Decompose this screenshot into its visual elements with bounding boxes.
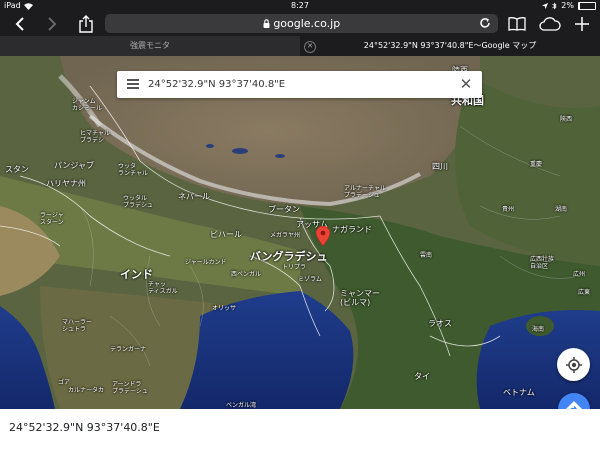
map-label-china-nw: 陝西 (560, 116, 573, 123)
map-label-shisen: 四川 (432, 162, 448, 171)
map-label-goa: ゴア (58, 379, 71, 386)
map-label-telangana: テランガーナ (110, 346, 147, 353)
map-label-westbengal: 西ベンガル (231, 271, 262, 278)
clear-search-button[interactable]: ✕ (459, 75, 473, 93)
my-location-button[interactable] (557, 348, 590, 381)
map-label-koushuu: 広州 (573, 271, 586, 278)
map-label-jammu: ジャンム カシミール (72, 98, 103, 112)
search-input[interactable]: 24°52'32.9"N 93°37'40.8"E (148, 71, 285, 98)
plus-icon (575, 17, 589, 31)
map-label-laos: ラオス (428, 319, 452, 328)
forward-button[interactable] (38, 12, 66, 36)
cloud-icon (539, 17, 561, 31)
new-tab-button[interactable] (568, 12, 596, 36)
tab-google-maps[interactable]: 24°52'32.9"N 93°37'40.8"E～Google マップ (300, 36, 600, 56)
map-label-karnataka: カルナータカ (68, 387, 105, 394)
share-button[interactable] (72, 12, 100, 36)
lock-icon (263, 19, 270, 28)
place-info-bar[interactable]: 24°52'32.9"N 93°37'40.8"E (0, 409, 600, 450)
bluetooth-icon (552, 2, 557, 10)
menu-icon[interactable] (127, 79, 139, 90)
address-bar[interactable]: google.co.jp (105, 14, 498, 33)
map-label-nepal: ネパール (178, 192, 210, 201)
map-label-jharkhand: ジャールカンド (185, 259, 227, 266)
back-button[interactable] (6, 12, 34, 36)
map-label-vietnam: ベトナム (503, 388, 535, 397)
tab-label: 強震モニタ (130, 41, 170, 50)
share-icon (79, 15, 93, 33)
battery-percent: 2% (561, 1, 574, 10)
battery-icon (578, 2, 596, 10)
map-label-bihar: ビハール (210, 230, 242, 239)
map-label-hainan: 海南 (532, 326, 545, 333)
browser-toolbar: google.co.jp (0, 12, 600, 36)
map-label-himachal: ヒマチャル プラデシ (80, 130, 110, 144)
map-label-panjab: パンジャブ (54, 161, 94, 170)
url-label: google.co.jp (273, 17, 341, 30)
map-label-meghalaya: メガラヤ州 (270, 232, 301, 239)
bookmarks-button[interactable] (503, 12, 531, 36)
tab-kyoshin-monitor[interactable]: 強震モニタ (0, 36, 300, 56)
reload-icon[interactable] (478, 16, 492, 30)
location-arrow-icon (542, 3, 549, 9)
map-label-uttar: ウッタル プラデシュ (123, 195, 154, 209)
map-label-kanton: 広東 (578, 289, 591, 296)
map-label-odisha: オリッサ (212, 305, 237, 312)
map-label-haryana: ハリヤナ州 (46, 179, 86, 188)
coordinates-text: 24°52'32.9"N 93°37'40.8"E (9, 421, 160, 434)
map-label-guizhou: 貴州 (502, 206, 515, 213)
close-icon: ✕ (459, 75, 473, 93)
satellite-map[interactable]: 陸西 共和国 ジャンム カシミール ヒマチャル プラデシ パンジャブ ウッタ ラ… (0, 56, 600, 409)
map-label-chhattisgarh: チャッ ティスガル (148, 281, 178, 295)
search-box[interactable]: 24°52'32.9"N 93°37'40.8"E ✕ (117, 71, 482, 98)
map-label-myanmar: ミャンマー (ビルマ) (340, 289, 380, 307)
map-label-maharashtra: マハーラー シュトラ (62, 319, 93, 333)
tab-label: 24°52'32.9"N 93°37'40.8"E～Google マップ (363, 41, 537, 50)
map-label-arunachal: アルナーチャル プラデーシュ (344, 185, 386, 199)
status-bar: iPad 8:27 2% (0, 0, 600, 12)
status-time: 8:27 (291, 1, 309, 10)
close-icon: ✕ (307, 42, 313, 50)
my-location-icon (565, 356, 582, 373)
map-label-stan: スタン (5, 165, 29, 174)
chevron-right-icon (48, 17, 57, 31)
map-label-bangladesh: バングラデシュ (250, 250, 328, 263)
chevron-left-icon (15, 17, 24, 31)
map-label-india: インド (120, 268, 153, 281)
tab-bar: 強震モニタ 24°52'32.9"N 93°37'40.8"E～Google マ… (0, 36, 600, 56)
map-label-tripura: トリプラ (282, 264, 307, 271)
map-label-nagaland: ナガランド (332, 225, 372, 234)
tab-close-button[interactable]: ✕ (304, 41, 316, 53)
map-label-guangxi: 広西壮族 自治区 (530, 256, 555, 270)
location-pin-icon[interactable] (316, 226, 330, 246)
icloud-tabs-button[interactable] (536, 12, 564, 36)
map-label-andhra: アーンドラ プラデーシュ (112, 381, 148, 395)
map-label-rajasthan: ラージャ スターン (40, 212, 64, 226)
map-label-hunan: 湖南 (555, 206, 568, 213)
map-label-bhutan: ブータン (268, 205, 300, 214)
map-label-mizoram: ミゾラム (298, 276, 322, 283)
map-label-unnan: 雲南 (420, 252, 433, 259)
book-icon (508, 17, 526, 31)
map-label-chongqing: 重慶 (530, 161, 543, 168)
map-label-thai: タイ (414, 372, 430, 381)
map-label-bengalwan: ベンガル湾 (226, 402, 257, 409)
map-label-uttaranchal: ウッタ ランチャル (118, 163, 148, 177)
url-text: google.co.jp (105, 14, 498, 33)
